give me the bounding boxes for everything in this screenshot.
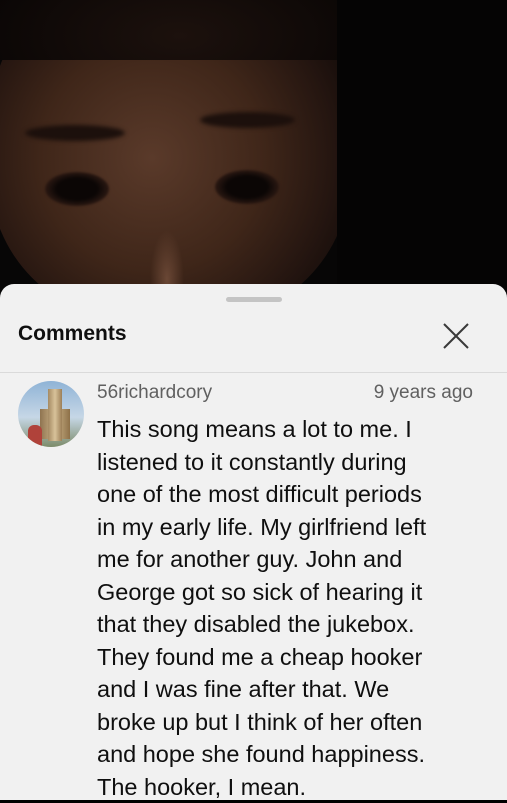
- avatar-person: [28, 425, 42, 447]
- drag-handle[interactable]: [226, 297, 282, 302]
- video-frame-right-brow: [200, 112, 295, 128]
- comment-item: 56richardcory 9 years ago This song mean…: [0, 373, 507, 800]
- video-frame-left-brow: [25, 125, 125, 141]
- comment-author[interactable]: 56richardcory: [97, 382, 212, 404]
- video-frame-left-eye: [45, 172, 109, 206]
- video-player[interactable]: [0, 0, 507, 300]
- close-icon: [443, 323, 469, 349]
- video-frame-hair: [0, 0, 380, 60]
- comment-timestamp: 9 years ago: [373, 382, 473, 403]
- close-button[interactable]: [436, 316, 476, 356]
- comments-panel: Comments 56richardcory 9 years ago This …: [0, 284, 507, 800]
- avatar-tower: [48, 389, 62, 441]
- panel-title: Comments: [18, 322, 127, 345]
- comment-text: This song means a lot to me. I listened …: [97, 416, 427, 800]
- video-frame-right-eye: [215, 170, 279, 204]
- video-frame-background: [337, 0, 507, 300]
- avatar[interactable]: [18, 381, 84, 447]
